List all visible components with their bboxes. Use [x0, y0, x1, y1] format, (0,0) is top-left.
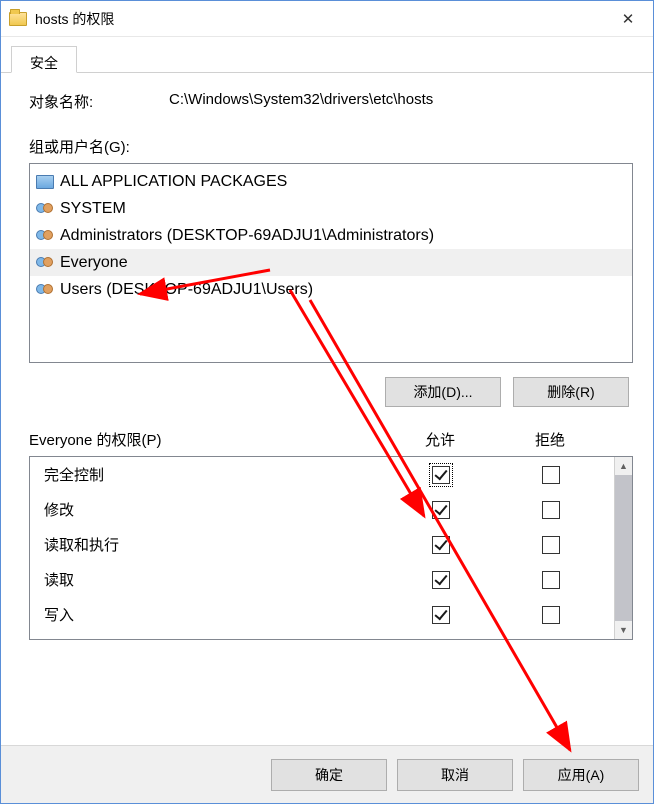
users-label: 组或用户名(G): — [29, 136, 633, 157]
cancel-button[interactable]: 取消 — [397, 759, 513, 791]
user-list-item-label: SYSTEM — [60, 200, 126, 218]
close-button[interactable]: ✕ — [605, 4, 651, 34]
deny-checkbox[interactable] — [542, 536, 560, 554]
permission-name: 读取 — [38, 569, 386, 590]
user-list-item[interactable]: Users (DESKTOP-69ADJU1\Users) — [30, 276, 632, 303]
apply-button[interactable]: 应用(A) — [523, 759, 639, 791]
tab-strip: 安全 — [1, 37, 653, 73]
allow-checkbox[interactable] — [432, 571, 450, 589]
permission-name: 读取和执行 — [38, 534, 386, 555]
deny-checkbox[interactable] — [542, 501, 560, 519]
permission-row: 修改 — [30, 492, 614, 527]
scroll-up-arrow[interactable]: ▲ — [615, 457, 632, 475]
users-listbox[interactable]: ALL APPLICATION PACKAGES SYSTEM Administra… — [29, 163, 633, 363]
permissions-for-label: Everyone 的权限(P) — [29, 429, 385, 450]
user-list-item[interactable]: ALL APPLICATION PACKAGES — [30, 168, 632, 195]
window-title: hosts 的权限 — [35, 9, 605, 29]
deny-checkbox[interactable] — [542, 606, 560, 624]
scrollbar[interactable]: ▲ ▼ — [614, 457, 632, 639]
object-name-value: C:\Windows\System32\drivers\etc\hosts — [169, 91, 433, 112]
allow-column-header: 允许 — [385, 429, 495, 450]
add-user-button[interactable]: 添加(D)... — [385, 377, 501, 407]
user-list-item-label: ALL APPLICATION PACKAGES — [60, 173, 287, 191]
users-icon — [36, 201, 56, 217]
remove-user-button[interactable]: 删除(R) — [513, 377, 629, 407]
titlebar: hosts 的权限 ✕ — [1, 1, 653, 37]
user-list-item[interactable]: Everyone — [30, 249, 632, 276]
scroll-down-arrow[interactable]: ▼ — [615, 621, 632, 639]
permissions-table: 完全控制修改读取和执行读取写入 ▲ ▼ — [29, 456, 633, 640]
permission-row: 读取 — [30, 562, 614, 597]
scroll-thumb[interactable] — [615, 475, 632, 621]
dialog-button-row: 确定 取消 应用(A) — [1, 745, 653, 803]
object-name-label: 对象名称: — [29, 91, 169, 112]
user-list-item-label: Everyone — [60, 254, 128, 272]
permission-row: 写入 — [30, 597, 614, 632]
user-action-row: 添加(D)... 删除(R) — [29, 363, 633, 407]
permission-row: 读取和执行 — [30, 527, 614, 562]
users-icon — [36, 228, 56, 244]
permission-name: 写入 — [38, 604, 386, 625]
users-icon — [36, 282, 56, 298]
tab-panel: 对象名称: C:\Windows\System32\drivers\etc\ho… — [1, 73, 653, 745]
deny-column-header: 拒绝 — [495, 429, 605, 450]
tab-security[interactable]: 安全 — [11, 46, 77, 73]
permissions-header: Everyone 的权限(P) 允许 拒绝 — [29, 429, 633, 450]
deny-checkbox[interactable] — [542, 466, 560, 484]
user-list-item[interactable]: Administrators (DESKTOP-69ADJU1\Administ… — [30, 222, 632, 249]
permissions-dialog: hosts 的权限 ✕ 安全 对象名称: C:\Windows\System32… — [0, 0, 654, 804]
permission-row: 完全控制 — [30, 457, 614, 492]
allow-checkbox[interactable] — [432, 466, 450, 484]
package-icon — [36, 175, 54, 189]
object-name-row: 对象名称: C:\Windows\System32\drivers\etc\ho… — [29, 91, 633, 112]
ok-button[interactable]: 确定 — [271, 759, 387, 791]
permission-name: 修改 — [38, 499, 386, 520]
deny-checkbox[interactable] — [542, 571, 560, 589]
permission-name: 完全控制 — [38, 464, 386, 485]
user-list-item[interactable]: SYSTEM — [30, 195, 632, 222]
folder-icon — [9, 12, 27, 26]
allow-checkbox[interactable] — [432, 536, 450, 554]
users-icon — [36, 255, 56, 271]
user-list-item-label: Users (DESKTOP-69ADJU1\Users) — [60, 281, 313, 299]
allow-checkbox[interactable] — [432, 606, 450, 624]
user-list-item-label: Administrators (DESKTOP-69ADJU1\Administ… — [60, 227, 434, 245]
allow-checkbox[interactable] — [432, 501, 450, 519]
